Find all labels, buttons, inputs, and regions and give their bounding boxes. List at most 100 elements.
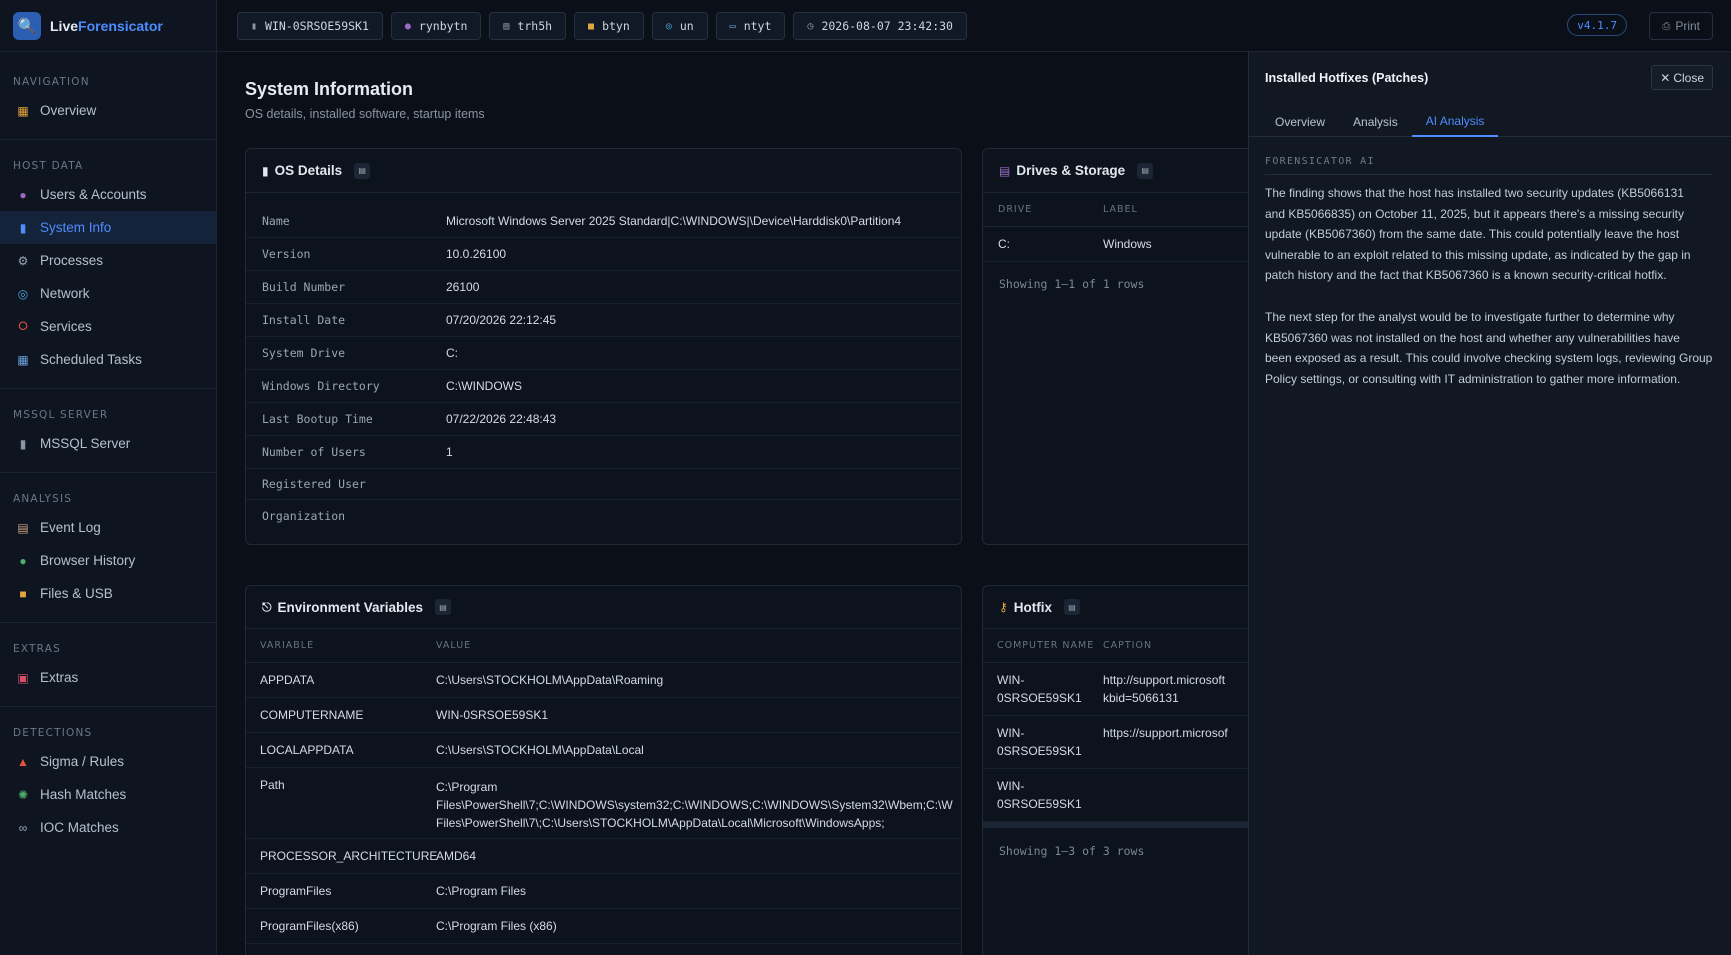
nav-heading: DETECTIONS (13, 727, 93, 739)
brand-name: LiveForensicator (50, 17, 163, 34)
disk-icon: ▤ (999, 163, 1011, 178)
table-row: Name Microsoft Windows Server 2025 Stand… (246, 205, 961, 238)
print-button[interactable]: ⎙ Print (1649, 12, 1713, 40)
sidebar-item-extras[interactable]: ▣ Extras (0, 661, 216, 694)
table-row: Number of Users 1 (246, 436, 961, 469)
sidebar-item-users[interactable]: ● Users & Accounts (0, 178, 216, 211)
table-row: Last Bootup Time 07/22/2026 22:48:43 (246, 403, 961, 436)
chip-domain: ◎ un (651, 12, 708, 40)
tab-ai-analysis[interactable]: AI Analysis (1411, 106, 1499, 137)
sidebar-item-network[interactable]: ◎ Network (0, 277, 216, 310)
detail-panel: Installed Hotfixes (Patches) ✕ Close Ove… (1248, 52, 1731, 955)
chip-hostname: ▮ WIN-0SRSOE59SK1 (237, 12, 383, 40)
calendar-icon: ▦ (17, 352, 29, 367)
browser-icon: ● (19, 553, 27, 568)
document-icon: ▤ (503, 20, 510, 32)
tab-overview[interactable]: Overview (1261, 106, 1339, 137)
sidebar-item-ioc-matches[interactable]: ∞ IOC Matches (0, 811, 216, 844)
chip-timestamp: ◷ 2026-08-07 23:42:30 (793, 12, 967, 40)
close-icon: ✕ (1660, 70, 1671, 85)
nav-section-host-data: HOST DATA ● Users & Accounts ▮ System In… (0, 140, 216, 389)
column-header[interactable]: LABEL (1103, 204, 1138, 215)
sidebar-item-event-log[interactable]: ▤ Event Log (0, 511, 216, 544)
nav-heading: ANALYSIS (13, 493, 73, 505)
column-header[interactable]: VALUE (436, 640, 471, 651)
table-row: COMPUTERNAME WIN-0SRSOE59SK1 (246, 698, 961, 733)
sidebar-item-files-usb[interactable]: ■ Files & USB (0, 577, 216, 610)
table-header: COMPUTER NAME CAPTION (983, 629, 1248, 663)
ai-analysis-paragraph: The next step for the analyst would be t… (1265, 310, 1713, 386)
column-header[interactable]: CAPTION (1103, 640, 1152, 651)
os-details-card: ▮ OS Details ▤ Name Microsoft Windows Se… (245, 148, 962, 545)
sidebar-item-hash-matches[interactable]: ✺ Hash Matches (0, 778, 216, 811)
hotfix-link[interactable]: http://support.microsoft (1103, 671, 1225, 689)
table-row: Windows Directory C:\WINDOWS (246, 370, 961, 403)
pagination-info: Showing 1–1 of 1 rows (999, 277, 1145, 291)
sidebar-item-label: Files & USB (40, 586, 113, 601)
copy-button[interactable]: ▤ (354, 162, 371, 179)
monitor-icon: ▭ (729, 20, 736, 32)
tab-analysis[interactable]: Analysis (1339, 106, 1412, 137)
nav-section-navigation: NAVIGATION ▦ Overview (0, 52, 216, 140)
table-row: Install Date 07/20/2026 22:12:45 (246, 304, 961, 337)
copy-button[interactable]: ▤ (1137, 162, 1154, 179)
column-header[interactable]: COMPUTER NAME (983, 640, 1103, 651)
sidebar-item-label: MSSQL Server (40, 436, 131, 451)
user-icon: ● (19, 187, 27, 202)
page-subtitle: OS details, installed software, startup … (245, 107, 485, 121)
sidebar-item-label: Sigma / Rules (40, 754, 125, 769)
sidebar-item-scheduled-tasks[interactable]: ▦ Scheduled Tasks (0, 343, 216, 376)
column-header[interactable]: DRIVE (983, 204, 1103, 215)
card-header: ▤ Drives & Storage ▤ (983, 149, 1248, 193)
bolt-icon: ⭘ (18, 319, 28, 333)
globe-icon: ◎ (665, 20, 672, 32)
log-icon: ▤ (17, 520, 29, 535)
toolbox-icon: ▣ (17, 670, 29, 685)
sidebar-item-processes[interactable]: ⚙ Processes (0, 244, 216, 277)
brand[interactable]: 🔍 LiveForensicator (0, 0, 216, 52)
sidebar-item-label: Users & Accounts (40, 187, 147, 202)
chart-icon: ▦ (17, 103, 29, 118)
sidebar-item-mssql[interactable]: ▮ MSSQL Server (0, 427, 216, 460)
shield-icon: ⎋ (262, 599, 272, 614)
sidebar-item-label: Overview (40, 103, 97, 118)
nav-section-detections: DETECTIONS ▲ Sigma / Rules ✺ Hash Matche… (0, 707, 216, 856)
table-row: WIN- 0SRSOE59SK1 http://support.microsof… (983, 663, 1248, 716)
close-button[interactable]: ✕ Close (1651, 65, 1713, 90)
nav-section-extras: EXTRAS ▣ Extras (0, 623, 216, 707)
hotfix-card: ⚷ Hotfix ▤ COMPUTER NAME CAPTION WIN- 0S… (982, 585, 1248, 955)
database-icon: ▮ (19, 436, 27, 451)
sidebar-item-browser-history[interactable]: ● Browser History (0, 544, 216, 577)
sidebar-item-overview[interactable]: ▦ Overview (0, 94, 216, 127)
hotfix-link[interactable]: https://support.microsof (1103, 724, 1228, 742)
printer-icon: ⎙ (1662, 20, 1671, 32)
table-header: DRIVE LABEL (983, 193, 1248, 227)
divider (1265, 174, 1713, 175)
main-content: System Information OS details, installed… (217, 53, 1248, 955)
card-header: ⎋ Environment Variables ▤ (246, 586, 961, 629)
table-row: WIN- 0SRSOE59SK1 (983, 769, 1248, 822)
nav-heading: NAVIGATION (13, 76, 90, 88)
computer-icon: ▮ (262, 163, 269, 178)
sidebar-item-services[interactable]: ⭘ Services (0, 310, 216, 343)
column-header[interactable]: VARIABLE (246, 640, 436, 651)
copy-button[interactable]: ▤ (435, 599, 452, 615)
sidebar-item-label: Processes (40, 253, 104, 268)
table-row: ProgramFiles(x86) C:\Program Files (x86) (246, 909, 961, 944)
sidebar-item-label: System Info (40, 220, 112, 235)
horizontal-scrollbar[interactable] (983, 822, 1248, 828)
copy-button[interactable]: ▤ (1064, 599, 1081, 615)
table-header: VARIABLE VALUE (246, 629, 961, 663)
chip-monitor: ▭ ntyt (715, 12, 786, 40)
sidebar-item-label: Event Log (40, 520, 101, 535)
user-icon: ● (404, 20, 411, 32)
table-row: Build Number 26100 (246, 271, 961, 304)
globe-icon: ◎ (17, 286, 29, 301)
folder-icon: ■ (588, 20, 595, 32)
top-bar: ▮ WIN-0SRSOE59SK1 ● rynbytn ▤ trh5h ■ bt… (217, 0, 1731, 52)
gear-icon: ⚙ (17, 253, 29, 268)
computer-icon: ▮ (19, 220, 27, 235)
table-row: C: Windows (983, 227, 1248, 262)
sidebar-item-system-info[interactable]: ▮ System Info (0, 211, 216, 244)
sidebar-item-sigma-rules[interactable]: ▲ Sigma / Rules (0, 745, 216, 778)
